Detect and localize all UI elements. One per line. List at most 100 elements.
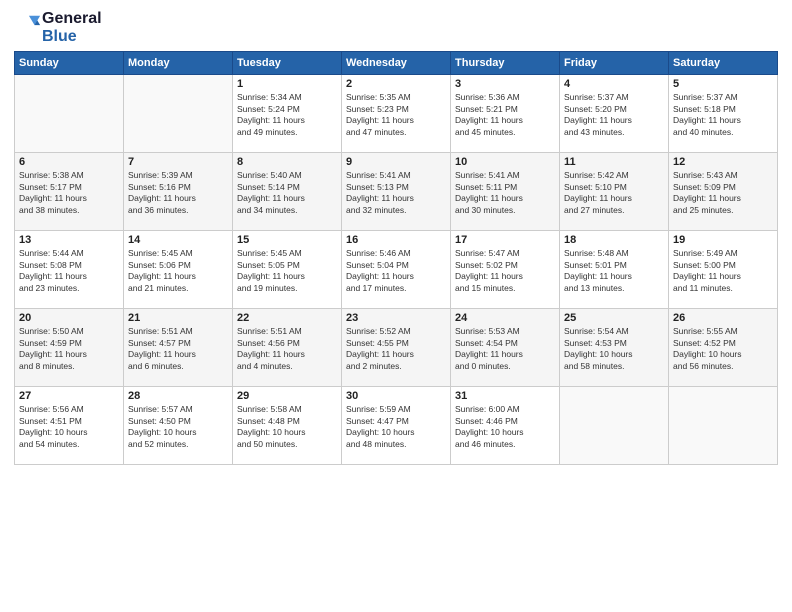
day-number: 18 [564,234,664,246]
weekday-header-monday: Monday [124,52,233,75]
day-info: Sunrise: 5:49 AM Sunset: 5:00 PM Dayligh… [673,248,773,294]
weekday-header-saturday: Saturday [669,52,778,75]
day-number: 13 [19,234,119,246]
calendar-cell: 20Sunrise: 5:50 AM Sunset: 4:59 PM Dayli… [15,309,124,387]
day-number: 1 [237,78,337,90]
calendar-cell [560,387,669,465]
day-number: 19 [673,234,773,246]
day-info: Sunrise: 5:37 AM Sunset: 5:20 PM Dayligh… [564,92,664,138]
calendar-table: SundayMondayTuesdayWednesdayThursdayFrid… [14,51,778,465]
calendar-cell: 19 Sunrise: 5:49 AM Sunset: 5:00 PM Dayli… [669,231,778,309]
calendar-cell: 22 Sunrise: 5:51 AM Sunset: 4:56 PM Dayli… [233,309,342,387]
calendar-cell: 25 Sunrise: 5:54 AM Sunset: 4:53 PM Dayli… [560,309,669,387]
calendar-cell: 13 Sunrise: 5:44 AM Sunset: 5:08 PM Dayli… [15,231,124,309]
calendar-cell: 4 Sunrise: 5:37 AM Sunset: 5:20 PM Daylig… [560,75,669,153]
day-number: 10 [455,156,555,168]
day-number: 9 [346,156,446,168]
calendar-cell: 17 Sunrise: 5:47 AM Sunset: 5:02 PM Dayli… [451,231,560,309]
calendar-cell [15,75,124,153]
day-info: Sunrise: 5:44 AM Sunset: 5:08 PM Dayligh… [19,248,119,294]
day-number: 21 [128,312,228,324]
day-info: Sunrise: 5:42 AM Sunset: 5:10 PM Dayligh… [564,170,664,216]
day-info: Sunrise: 5:38 AM Sunset: 5:17 PM Dayligh… [19,170,119,216]
day-number: 30 [346,390,446,402]
header: General Blue [14,10,778,45]
day-info: Sunrise: 5:35 AM Sunset: 5:23 PM Dayligh… [346,92,446,138]
day-number: 25 [564,312,664,324]
calendar-cell: 28 Sunrise: 5:57 AM Sunset: 4:50 PM Dayli… [124,387,233,465]
day-number: 28 [128,390,228,402]
day-number: 15 [237,234,337,246]
day-info: Sunrise: 5:34 AM Sunset: 5:24 PM Dayligh… [237,92,337,138]
calendar-cell [124,75,233,153]
day-info: Sunrise: 5:39 AM Sunset: 5:16 PM Dayligh… [128,170,228,216]
day-info: Sunrise: 5:41 AM Sunset: 5:13 PM Dayligh… [346,170,446,216]
calendar-body: 1 Sunrise: 5:34 AM Sunset: 5:24 PM Daylig… [15,75,778,465]
day-info: Sunrise: 6:00 AM Sunset: 4:46 PM Dayligh… [455,404,555,450]
day-number: 6 [19,156,119,168]
calendar-cell: 16 Sunrise: 5:46 AM Sunset: 5:04 PM Dayli… [342,231,451,309]
calendar-cell: 9 Sunrise: 5:41 AM Sunset: 5:13 PM Daylig… [342,153,451,231]
day-info: Sunrise: 5:46 AM Sunset: 5:04 PM Dayligh… [346,248,446,294]
week-row-3: 13 Sunrise: 5:44 AM Sunset: 5:08 PM Dayli… [15,231,778,309]
weekday-header-sunday: Sunday [15,52,124,75]
day-number: 23 [346,312,446,324]
day-info: Sunrise: 5:47 AM Sunset: 5:02 PM Dayligh… [455,248,555,294]
logo-text-general: General [42,10,102,28]
calendar-cell: 7 Sunrise: 5:39 AM Sunset: 5:16 PM Daylig… [124,153,233,231]
calendar-cell: 6 Sunrise: 5:38 AM Sunset: 5:17 PM Daylig… [15,153,124,231]
calendar-cell: 27Sunrise: 5:56 AM Sunset: 4:51 PM Dayli… [15,387,124,465]
calendar-cell: 21 Sunrise: 5:51 AM Sunset: 4:57 PM Dayli… [124,309,233,387]
calendar-cell: 5Sunrise: 5:37 AM Sunset: 5:18 PM Daylig… [669,75,778,153]
day-info: Sunrise: 5:54 AM Sunset: 4:53 PM Dayligh… [564,326,664,372]
day-number: 24 [455,312,555,324]
day-number: 4 [564,78,664,90]
calendar-cell: 3 Sunrise: 5:36 AM Sunset: 5:21 PM Daylig… [451,75,560,153]
page-container: General Blue SundayMondayTuesdayWednesda… [0,0,792,473]
weekday-header-friday: Friday [560,52,669,75]
day-number: 14 [128,234,228,246]
week-row-5: 27Sunrise: 5:56 AM Sunset: 4:51 PM Dayli… [15,387,778,465]
day-number: 7 [128,156,228,168]
day-number: 29 [237,390,337,402]
day-info: Sunrise: 5:45 AM Sunset: 5:06 PM Dayligh… [128,248,228,294]
calendar-cell: 31 Sunrise: 6:00 AM Sunset: 4:46 PM Dayli… [451,387,560,465]
week-row-2: 6 Sunrise: 5:38 AM Sunset: 5:17 PM Daylig… [15,153,778,231]
week-row-1: 1 Sunrise: 5:34 AM Sunset: 5:24 PM Daylig… [15,75,778,153]
day-info: Sunrise: 5:45 AM Sunset: 5:05 PM Dayligh… [237,248,337,294]
logo-text-blue: Blue [42,28,102,46]
calendar-cell: 11Sunrise: 5:42 AM Sunset: 5:10 PM Dayli… [560,153,669,231]
calendar-cell: 24Sunrise: 5:53 AM Sunset: 4:54 PM Dayli… [451,309,560,387]
day-info: Sunrise: 5:55 AM Sunset: 4:52 PM Dayligh… [673,326,773,372]
day-info: Sunrise: 5:56 AM Sunset: 4:51 PM Dayligh… [19,404,119,450]
calendar-header: SundayMondayTuesdayWednesdayThursdayFrid… [15,52,778,75]
calendar-cell: 2 Sunrise: 5:35 AM Sunset: 5:23 PM Daylig… [342,75,451,153]
day-number: 17 [455,234,555,246]
day-info: Sunrise: 5:40 AM Sunset: 5:14 PM Dayligh… [237,170,337,216]
calendar-cell: 18Sunrise: 5:48 AM Sunset: 5:01 PM Dayli… [560,231,669,309]
day-info: Sunrise: 5:41 AM Sunset: 5:11 PM Dayligh… [455,170,555,216]
weekday-header-tuesday: Tuesday [233,52,342,75]
day-number: 31 [455,390,555,402]
day-number: 3 [455,78,555,90]
logo-icon [14,12,42,40]
day-info: Sunrise: 5:57 AM Sunset: 4:50 PM Dayligh… [128,404,228,450]
weekday-header-wednesday: Wednesday [342,52,451,75]
day-number: 22 [237,312,337,324]
day-number: 2 [346,78,446,90]
day-info: Sunrise: 5:36 AM Sunset: 5:21 PM Dayligh… [455,92,555,138]
day-number: 16 [346,234,446,246]
calendar-cell: 14 Sunrise: 5:45 AM Sunset: 5:06 PM Dayli… [124,231,233,309]
day-info: Sunrise: 5:43 AM Sunset: 5:09 PM Dayligh… [673,170,773,216]
calendar-cell: 26Sunrise: 5:55 AM Sunset: 4:52 PM Dayli… [669,309,778,387]
logo: General Blue [14,10,102,45]
weekday-row: SundayMondayTuesdayWednesdayThursdayFrid… [15,52,778,75]
day-info: Sunrise: 5:51 AM Sunset: 4:57 PM Dayligh… [128,326,228,372]
day-number: 20 [19,312,119,324]
calendar-cell: 12Sunrise: 5:43 AM Sunset: 5:09 PM Dayli… [669,153,778,231]
day-info: Sunrise: 5:59 AM Sunset: 4:47 PM Dayligh… [346,404,446,450]
day-info: Sunrise: 5:51 AM Sunset: 4:56 PM Dayligh… [237,326,337,372]
calendar-cell: 1 Sunrise: 5:34 AM Sunset: 5:24 PM Daylig… [233,75,342,153]
calendar-cell [669,387,778,465]
calendar-cell: 15 Sunrise: 5:45 AM Sunset: 5:05 PM Dayli… [233,231,342,309]
